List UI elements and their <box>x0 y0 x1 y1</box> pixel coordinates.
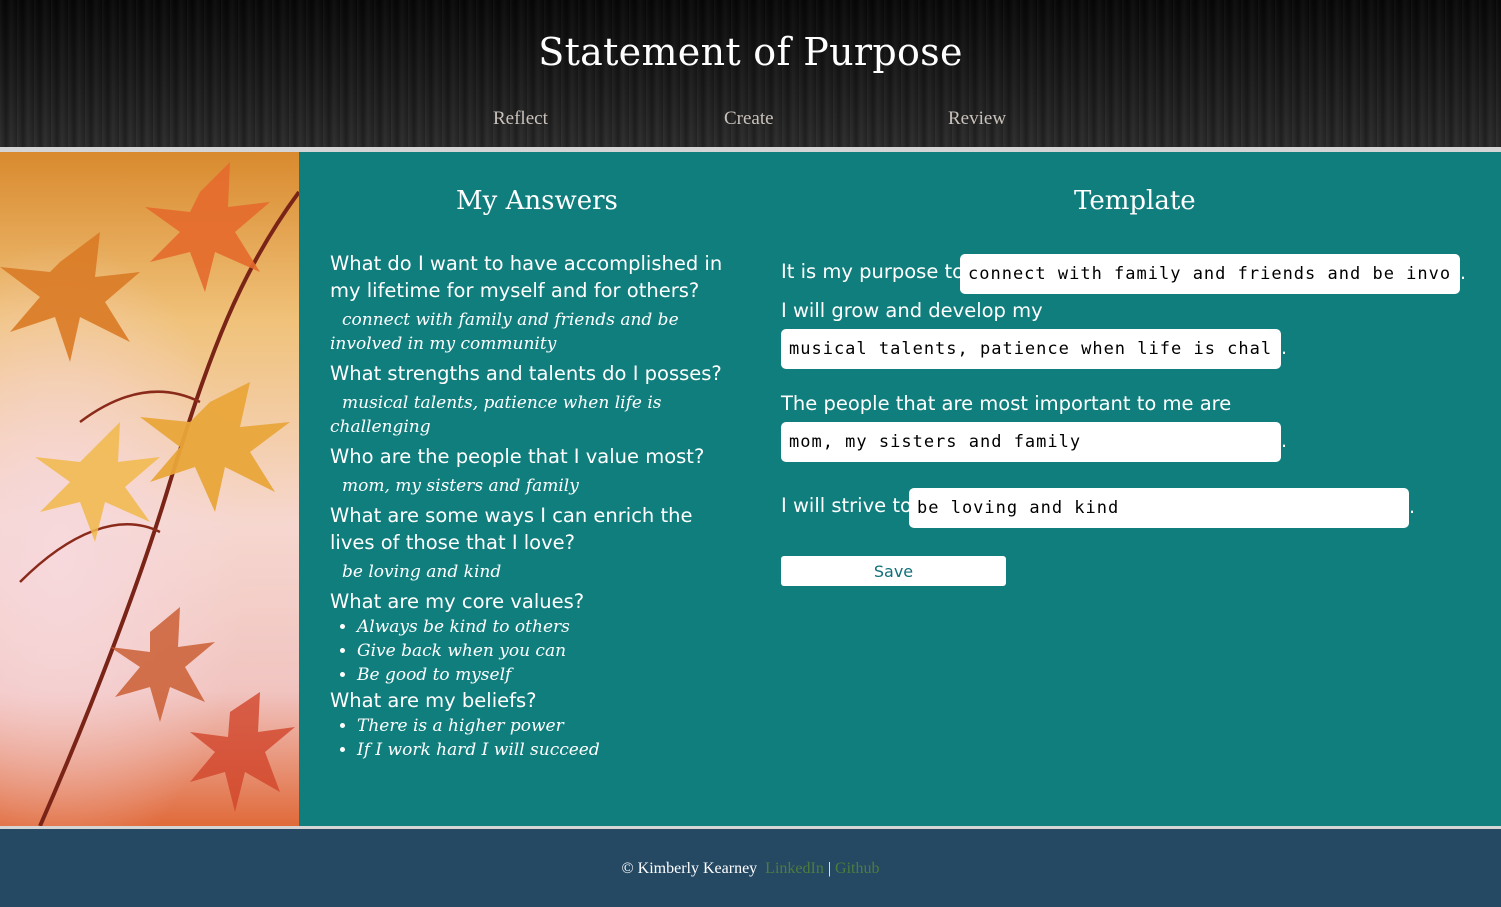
strive-label: I will strive to <box>781 494 912 517</box>
grow-input[interactable] <box>781 329 1281 369</box>
template-heading: Template <box>1074 186 1196 216</box>
list-item: If I work hard I will succeed <box>357 738 730 762</box>
purpose-period: . <box>1460 262 1467 284</box>
list-item: Be good to myself <box>357 663 730 687</box>
list-item: Give back when you can <box>357 639 730 663</box>
question-people: Who are the people that I value most? <box>330 445 705 468</box>
question-enrich: What are some ways I can enrich the live… <box>330 504 693 554</box>
answer-people: mom, my sisters and family <box>342 476 579 496</box>
answers-panel: What do I want to have accomplished in m… <box>330 250 730 762</box>
purpose-label: It is my purpose to <box>781 260 965 283</box>
list-item: Always be kind to others <box>357 615 730 639</box>
github-link[interactable]: Github <box>835 860 879 877</box>
strive-period: . <box>1409 496 1416 518</box>
autumn-leaves-image <box>0 152 299 826</box>
people-label: The people that are most important to me… <box>781 392 1232 415</box>
purpose-input[interactable] <box>960 254 1460 294</box>
footer-separator: | <box>827 860 832 877</box>
answer-enrich: be loving and kind <box>342 562 502 582</box>
site-header: Statement of Purpose Reflect Create Revi… <box>0 0 1501 147</box>
answers-heading: My Answers <box>456 186 618 216</box>
copyright-text: © Kimberly Kearney <box>621 860 758 877</box>
nav-create[interactable]: Create <box>724 108 774 130</box>
nav-review[interactable]: Review <box>948 108 1006 130</box>
list-item: There is a higher power <box>357 714 730 738</box>
footer-line: © Kimberly Kearney LinkedIn | Github <box>0 860 1501 878</box>
site-title: Statement of Purpose <box>538 30 963 74</box>
people-period: . <box>1281 430 1288 452</box>
linkedin-link[interactable]: LinkedIn <box>765 860 824 877</box>
answer-strengths: musical talents, patience when life is c… <box>330 393 662 437</box>
people-input[interactable] <box>781 422 1281 462</box>
question-beliefs: What are my beliefs? <box>330 689 537 712</box>
site-footer: © Kimberly Kearney LinkedIn | Github <box>0 829 1501 907</box>
nav-reflect[interactable]: Reflect <box>493 108 548 130</box>
beliefs-list: There is a higher power If I work hard I… <box>330 714 730 762</box>
answer-accomplish: connect with family and friends and be i… <box>330 310 679 354</box>
strive-input[interactable] <box>909 488 1409 528</box>
question-accomplish: What do I want to have accomplished in m… <box>330 252 723 302</box>
question-strengths: What strengths and talents do I posses? <box>330 362 722 385</box>
save-button[interactable]: Save <box>781 556 1006 586</box>
question-core-values: What are my core values? <box>330 590 585 613</box>
grow-label: I will grow and develop my <box>781 299 1043 322</box>
leaves-illustration <box>0 162 299 826</box>
grow-period: . <box>1281 337 1288 359</box>
core-values-list: Always be kind to others Give back when … <box>330 615 730 687</box>
